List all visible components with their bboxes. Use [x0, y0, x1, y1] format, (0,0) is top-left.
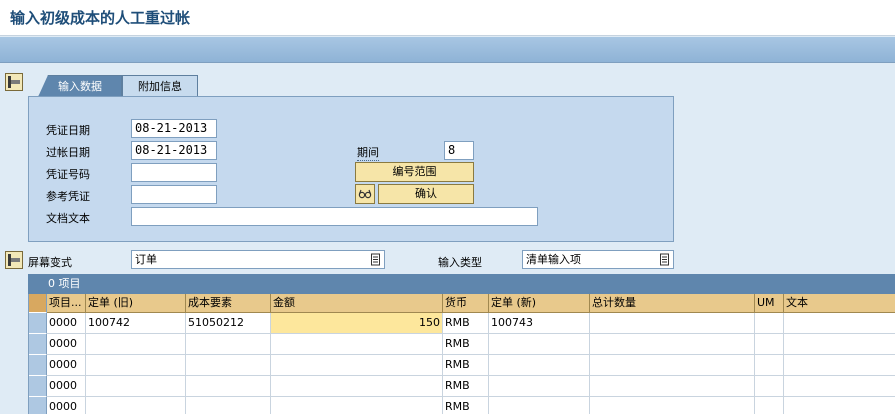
cell-text[interactable]	[784, 355, 895, 376]
cell-total-qty[interactable]	[590, 397, 755, 414]
ref-doc-label: 参考凭证	[46, 190, 90, 203]
col-header-currency[interactable]: 货币	[443, 294, 489, 313]
cell-text[interactable]	[784, 397, 895, 414]
confirm-button[interactable]: 确认	[378, 184, 474, 204]
cell-currency[interactable]: RMB	[443, 376, 489, 397]
period-field[interactable]: 8	[444, 141, 474, 160]
col-header-cost-element[interactable]: 成本要素	[186, 294, 271, 313]
cell-um[interactable]	[755, 334, 784, 355]
doc-date-label: 凭证日期	[46, 124, 90, 137]
page-title: 输入初级成本的人工重过帐	[10, 9, 191, 27]
cell-cost-element[interactable]	[186, 355, 271, 376]
cell-item[interactable]: 0000	[47, 313, 86, 334]
col-header-item[interactable]: 项目...	[47, 294, 86, 313]
cell-currency[interactable]: RMB	[443, 397, 489, 414]
tab-additional-info[interactable]: 附加信息	[122, 75, 198, 97]
dropdown-list-icon[interactable]	[659, 253, 671, 266]
doc-number-field[interactable]	[131, 163, 217, 182]
screen-variant-label: 屏幕变式	[28, 256, 72, 269]
cell-total-qty[interactable]	[590, 334, 755, 355]
input-type-value: 清单输入项	[526, 253, 581, 266]
cell-new-order[interactable]	[489, 355, 590, 376]
cell-old-order[interactable]	[86, 376, 186, 397]
col-header-text[interactable]: 文本	[784, 294, 895, 313]
cell-cost-element[interactable]	[186, 334, 271, 355]
ref-doc-field[interactable]	[131, 185, 217, 204]
cell-um[interactable]	[755, 376, 784, 397]
screen-variant-select[interactable]: 订单	[131, 250, 385, 269]
cell-amount[interactable]	[271, 376, 443, 397]
row-selector[interactable]	[29, 334, 47, 355]
cell-item[interactable]: 0000	[47, 334, 86, 355]
input-type-select[interactable]: 清单输入项	[522, 250, 674, 269]
cell-um[interactable]	[755, 397, 784, 414]
cell-old-order[interactable]: 100742	[86, 313, 186, 334]
collapse-panel-icon[interactable]	[5, 73, 23, 91]
cell-new-order[interactable]	[489, 376, 590, 397]
input-type-label: 输入类型	[438, 256, 482, 269]
cell-new-order[interactable]: 100743	[489, 313, 590, 334]
cell-total-qty[interactable]	[590, 313, 755, 334]
posting-date-field[interactable]: 08-21-2013	[131, 141, 217, 160]
cell-text[interactable]	[784, 334, 895, 355]
cell-amount[interactable]	[271, 334, 443, 355]
cell-item[interactable]: 0000	[47, 397, 86, 414]
col-header-amount[interactable]: 金额	[271, 294, 443, 313]
cell-old-order[interactable]	[86, 355, 186, 376]
cell-currency[interactable]: RMB	[443, 334, 489, 355]
title-bar: 输入初级成本的人工重过帐	[0, 0, 895, 36]
cell-amount[interactable]	[271, 397, 443, 414]
line-items-table: 项目... 定单 (旧) 成本要素 金额 货币 定单 (新) 总计数量 UM 文…	[28, 294, 895, 414]
row-selector[interactable]	[29, 376, 47, 397]
display-glasses-icon[interactable]	[355, 184, 375, 204]
cell-text[interactable]	[784, 313, 895, 334]
cell-cost-element[interactable]	[186, 397, 271, 414]
cell-um[interactable]	[755, 313, 784, 334]
posting-date-label: 过帐日期	[46, 146, 90, 159]
dropdown-list-icon[interactable]	[370, 253, 382, 266]
number-range-button[interactable]: 编号范围	[355, 162, 474, 182]
cell-cost-element[interactable]	[186, 376, 271, 397]
doc-date-field[interactable]: 08-21-2013	[131, 119, 217, 138]
row-selector[interactable]	[29, 313, 47, 334]
cell-total-qty[interactable]	[590, 376, 755, 397]
col-header-new-order[interactable]: 定单 (新)	[489, 294, 590, 313]
period-label: 期间	[357, 146, 379, 161]
screen-variant-value: 订单	[135, 253, 157, 266]
cell-old-order[interactable]	[86, 334, 186, 355]
collapse-grid-icon[interactable]	[5, 251, 23, 269]
col-header-old-order[interactable]: 定单 (旧)	[86, 294, 186, 313]
row-selector[interactable]	[29, 397, 47, 414]
cell-um[interactable]	[755, 355, 784, 376]
row-selector[interactable]	[29, 355, 47, 376]
doc-text-label: 文档文本	[46, 212, 90, 225]
cell-new-order[interactable]	[489, 397, 590, 414]
select-all-cell[interactable]	[29, 294, 47, 313]
cell-item[interactable]: 0000	[47, 376, 86, 397]
col-header-total-qty[interactable]: 总计数量	[590, 294, 755, 313]
cell-total-qty[interactable]	[590, 355, 755, 376]
cell-amount[interactable]	[271, 355, 443, 376]
cell-amount[interactable]: 150	[271, 313, 443, 334]
cell-text[interactable]	[784, 376, 895, 397]
application-toolbar	[0, 37, 895, 63]
cell-old-order[interactable]	[86, 397, 186, 414]
doc-number-label: 凭证号码	[46, 168, 90, 181]
cell-item[interactable]: 0000	[47, 355, 86, 376]
doc-text-field[interactable]	[131, 207, 538, 226]
col-header-um[interactable]: UM	[755, 294, 784, 313]
grid-title: 0 项目	[28, 274, 895, 294]
cell-cost-element[interactable]: 51050212	[186, 313, 271, 334]
cell-currency[interactable]: RMB	[443, 355, 489, 376]
cell-new-order[interactable]	[489, 334, 590, 355]
cell-currency[interactable]: RMB	[443, 313, 489, 334]
tab-input-data[interactable]: 输入数据	[38, 75, 122, 97]
